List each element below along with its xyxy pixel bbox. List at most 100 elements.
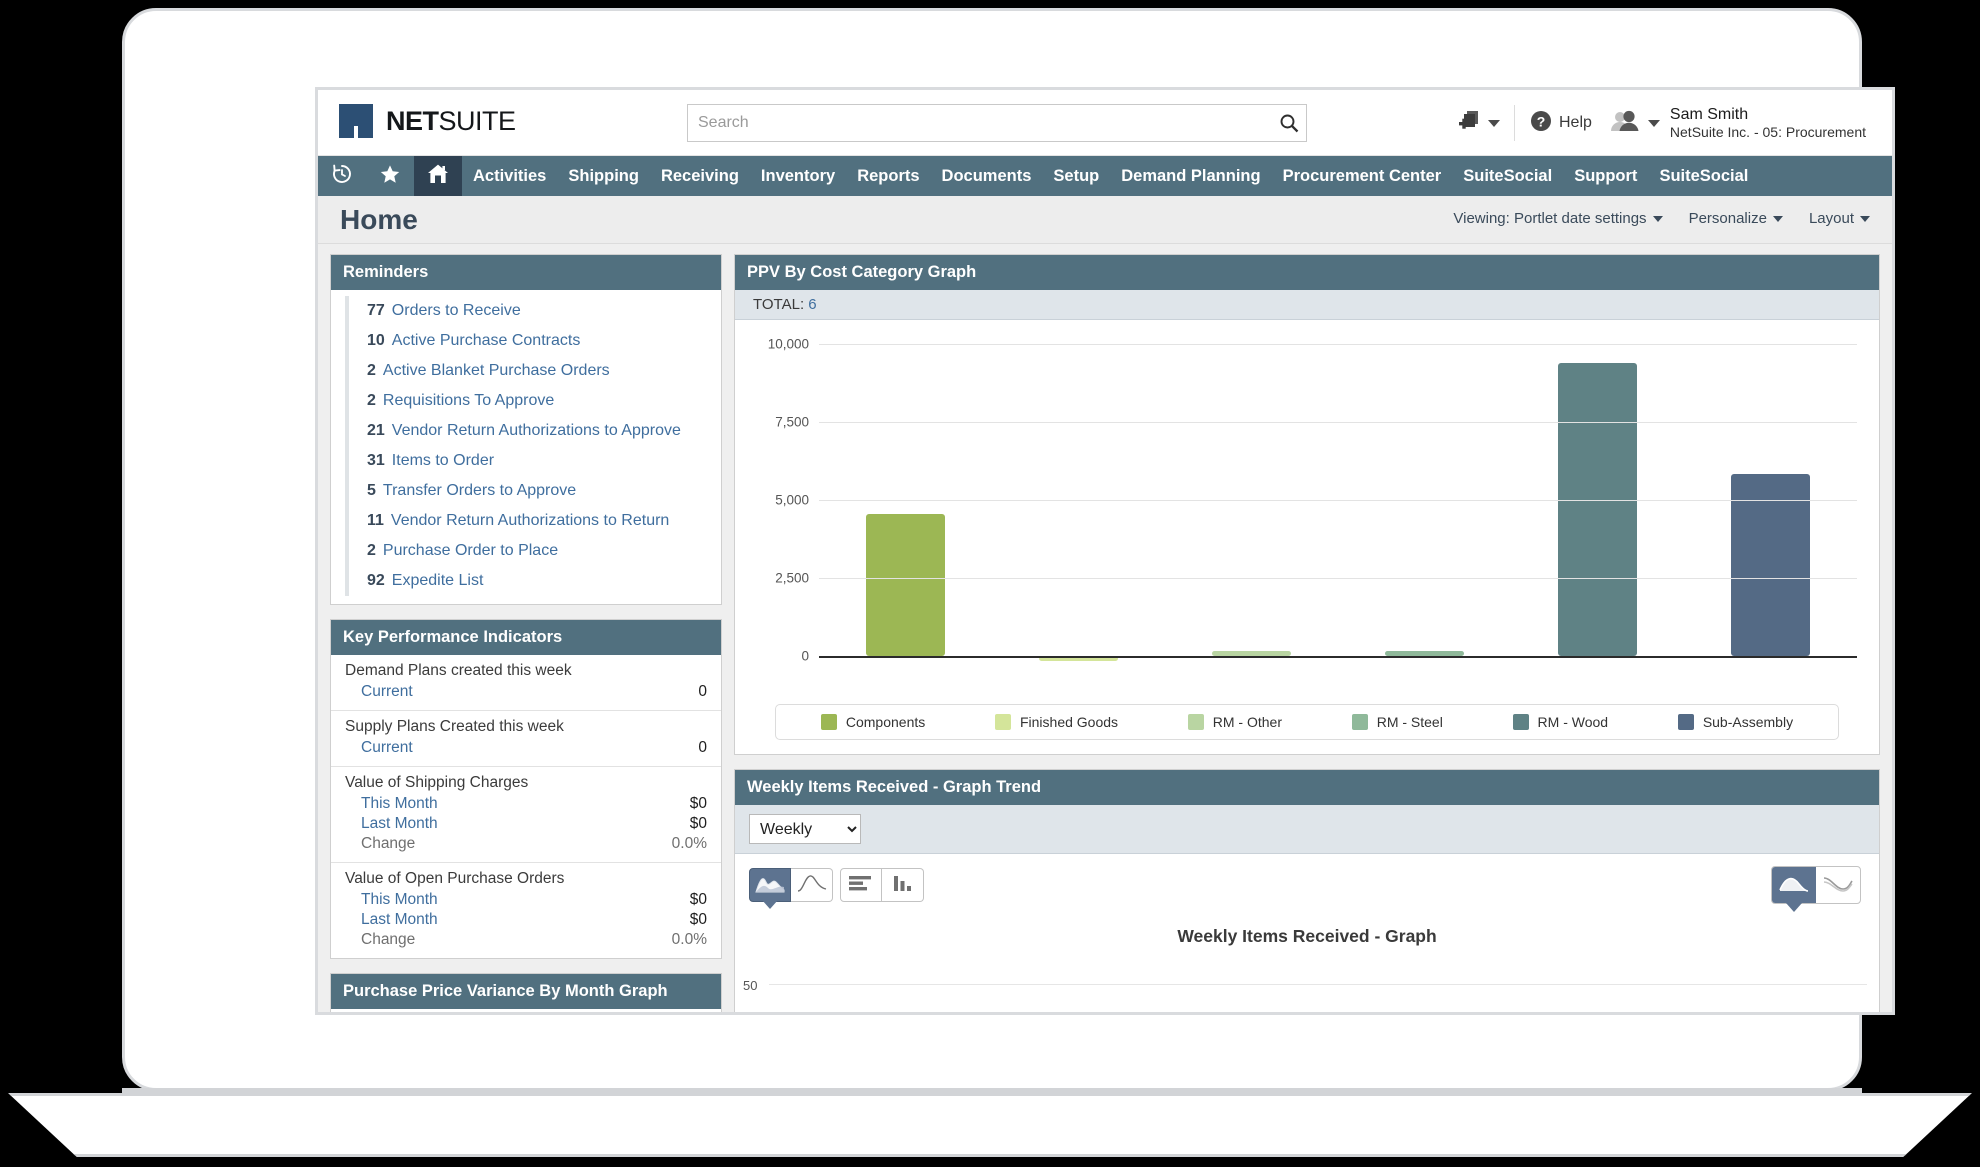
filled-style-button[interactable] [1772, 867, 1816, 903]
line-style-button[interactable] [1816, 867, 1860, 903]
legend-item[interactable]: Finished Goods [994, 714, 1118, 730]
bar-sub-assembly[interactable] [1731, 474, 1810, 656]
user-avatar-icon[interactable] [1610, 109, 1642, 138]
bar-components[interactable] [866, 514, 945, 656]
netsuite-wordmark: NETSUITE [386, 107, 516, 135]
main-navigation: Activities Shipping Receiving Inventory … [318, 156, 1892, 196]
kpi-row-key[interactable]: This Month [361, 891, 438, 909]
kpi-group: Demand Plans created this week Current 0 [331, 655, 721, 711]
kpi-row[interactable]: Current 0 [345, 682, 707, 702]
personalize-menu[interactable]: Personalize [1689, 210, 1783, 227]
reminder-label[interactable]: Items to Order [392, 452, 494, 470]
global-search[interactable] [687, 104, 1307, 142]
weekly-gridline [769, 984, 1867, 985]
reminder-item[interactable]: 5 Transfer Orders to Approve [345, 476, 721, 506]
legend-item[interactable]: RM - Wood [1512, 714, 1609, 730]
dashboard-scroll-region[interactable]: Reminders 77 Orders to Receive 10 Active… [318, 244, 1892, 1012]
nav-item-demand-planning[interactable]: Demand Planning [1110, 156, 1271, 196]
kpi-row-key: Change [361, 835, 416, 852]
help-circle-icon[interactable]: ? [1529, 109, 1553, 138]
reminder-item[interactable]: 92 Expedite List [345, 566, 721, 596]
reminder-label[interactable]: Purchase Order to Place [383, 542, 558, 560]
stacked-area-chart-icon [755, 873, 785, 898]
dashboard: Reminders 77 Orders to Receive 10 Active… [318, 244, 1892, 1012]
reminder-item[interactable]: 77 Orders to Receive [345, 296, 721, 326]
period-select[interactable]: Weekly [749, 814, 861, 844]
reminder-item[interactable]: 2 Requisitions To Approve [345, 386, 721, 416]
kpi-row-key[interactable]: Last Month [361, 815, 438, 833]
reminder-label[interactable]: Active Blanket Purchase Orders [383, 362, 610, 380]
nav-item-procurement-center[interactable]: Procurement Center [1272, 156, 1453, 196]
horizontal-bar-chart-button[interactable] [840, 868, 882, 902]
reminder-label[interactable]: Expedite List [392, 572, 484, 590]
user-menu[interactable] [1610, 109, 1660, 138]
reminder-label[interactable]: Active Purchase Contracts [392, 332, 581, 350]
kpi-row: Change 0.0% [345, 930, 707, 950]
legend-item[interactable]: Sub-Assembly [1677, 714, 1793, 730]
recent-history-button[interactable] [318, 156, 366, 196]
add-document-icon[interactable] [1458, 109, 1482, 138]
vertical-bar-chart-button[interactable] [882, 868, 924, 902]
layout-menu[interactable]: Layout [1809, 210, 1870, 227]
viewing-portlet-date-settings-menu[interactable]: Viewing: Portlet date settings [1453, 210, 1663, 227]
kpi-row[interactable]: Current 0 [345, 738, 707, 758]
kpi-row-key[interactable]: Current [361, 683, 413, 701]
legend-item[interactable]: Components [820, 714, 925, 730]
reminder-count: 77 [367, 302, 385, 319]
total-value: 6 [808, 296, 817, 313]
nav-item-reports[interactable]: Reports [846, 156, 930, 196]
chevron-down-icon[interactable] [1647, 119, 1660, 127]
legend-item[interactable]: RM - Other [1187, 714, 1282, 730]
kpi-row-key[interactable]: This Month [361, 795, 438, 813]
search-icon[interactable] [1272, 113, 1306, 133]
nav-item-inventory[interactable]: Inventory [750, 156, 846, 196]
nav-item-setup[interactable]: Setup [1042, 156, 1110, 196]
user-role: NetSuite Inc. - 05: Procurement [1669, 124, 1866, 141]
nav-item-documents[interactable]: Documents [931, 156, 1043, 196]
reminder-item[interactable]: 10 Active Purchase Contracts [345, 326, 721, 356]
kpi-row[interactable]: Last Month $0 [345, 910, 707, 930]
bar-rm-wood[interactable] [1558, 363, 1637, 656]
kpi-row-value: $0 [689, 911, 707, 928]
kpi-row[interactable]: This Month $0 [345, 794, 707, 814]
reminder-count: 2 [367, 392, 376, 409]
reminder-item[interactable]: 2 Active Blanket Purchase Orders [345, 356, 721, 386]
nav-item-receiving[interactable]: Receiving [650, 156, 750, 196]
chevron-down-icon[interactable] [1488, 119, 1500, 127]
search-input[interactable] [688, 114, 1272, 132]
divider [1514, 105, 1515, 141]
legend-label: RM - Wood [1537, 714, 1609, 730]
reminder-label[interactable]: Vendor Return Authorizations to Return [391, 512, 669, 530]
reminder-item[interactable]: 31 Items to Order [345, 446, 721, 476]
kpi-row-key[interactable]: Current [361, 739, 413, 757]
kpi-row-value: $0 [689, 795, 707, 812]
nav-item-activities[interactable]: Activities [462, 156, 557, 196]
favorites-button[interactable] [366, 156, 414, 196]
nav-item-shipping[interactable]: Shipping [557, 156, 650, 196]
area-chart-button[interactable] [791, 868, 833, 902]
nav-item-suitesocial[interactable]: SuiteSocial [1452, 156, 1563, 196]
reminder-label[interactable]: Requisitions To Approve [383, 392, 554, 410]
reminder-label[interactable]: Transfer Orders to Approve [383, 482, 576, 500]
reminder-item[interactable]: 11 Vendor Return Authorizations to Retur… [345, 506, 721, 536]
help-button[interactable]: ? Help [1529, 109, 1592, 138]
kpi-row[interactable]: Last Month $0 [345, 814, 707, 834]
kpi-row-value: $0 [689, 891, 707, 908]
reminder-item[interactable]: 2 Purchase Order to Place [345, 536, 721, 566]
vertical-bar-chart-icon [890, 873, 916, 898]
top-bar: NETSUITE Search ? Help Sam Smith NetSuit… [318, 90, 1892, 156]
reminder-label[interactable]: Vendor Return Authorizations to Approve [392, 422, 681, 440]
stacked-area-chart-button[interactable] [749, 868, 791, 902]
nav-item-support[interactable]: Support [1563, 156, 1648, 196]
legend-item[interactable]: RM - Steel [1351, 714, 1443, 730]
nav-item-suitesocial-2[interactable]: SuiteSocial [1648, 156, 1759, 196]
kpi-group-title: Value of Open Purchase Orders [345, 870, 565, 887]
home-button[interactable] [414, 156, 462, 196]
kpi-row[interactable]: This Month $0 [345, 890, 707, 910]
netsuite-logo[interactable]: NETSUITE [338, 102, 516, 140]
quick-add-menu[interactable] [1458, 109, 1500, 138]
ppv-chart-legend: Components Finished Goods RM - Other RM … [775, 704, 1839, 740]
kpi-row-key[interactable]: Last Month [361, 911, 438, 929]
reminder-label[interactable]: Orders to Receive [392, 302, 521, 320]
reminder-item[interactable]: 21 Vendor Return Authorizations to Appro… [345, 416, 721, 446]
